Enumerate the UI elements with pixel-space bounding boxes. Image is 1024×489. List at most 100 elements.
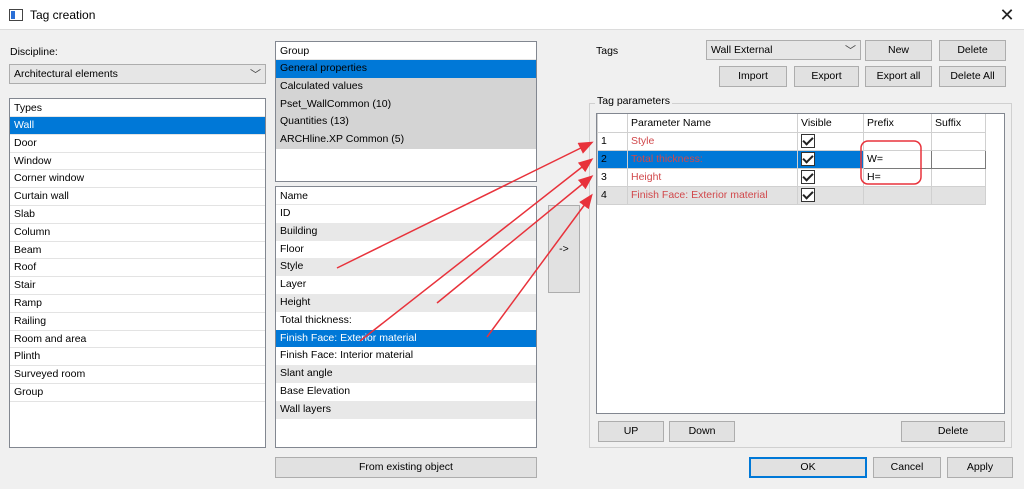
list-item[interactable]: Wall — [10, 117, 265, 135]
list-item[interactable]: Total thickness: — [276, 312, 536, 330]
group-list[interactable]: Group General properties Calculated value… — [275, 41, 537, 182]
add-parameter-button[interactable]: -> — [548, 205, 580, 293]
list-item[interactable]: ID — [276, 205, 536, 223]
visible-cell[interactable] — [797, 167, 864, 187]
prefix-cell[interactable] — [863, 131, 932, 151]
tags-label: Tags — [596, 45, 619, 57]
export-all-button[interactable]: Export all — [865, 66, 932, 87]
list-item[interactable]: Slant angle — [276, 365, 536, 383]
visible-cell[interactable] — [797, 185, 864, 205]
list-item[interactable]: Quantities (13) — [276, 113, 536, 132]
list-item[interactable]: Railing — [10, 313, 265, 331]
list-item[interactable]: Finish Face: Exterior material — [276, 329, 536, 348]
prefix-cell[interactable]: H= — [863, 167, 932, 187]
parameter-name-cell[interactable]: Total thickness: — [627, 149, 798, 169]
visible-cell[interactable] — [797, 149, 864, 169]
group-header: Group — [276, 42, 536, 60]
list-item[interactable]: Slab — [10, 206, 265, 224]
list-item[interactable]: Finish Face: Interior material — [276, 347, 536, 365]
table-row[interactable]: 3 Height H= — [597, 167, 986, 187]
list-item[interactable]: Group — [10, 384, 265, 402]
ok-button[interactable]: OK — [749, 457, 867, 478]
list-item[interactable]: ARCHline.XP Common (5) — [276, 131, 536, 149]
parameter-name-cell[interactable]: Style — [627, 131, 798, 151]
name-list[interactable]: Name ID Building Floor Style Layer Height Tota… — [275, 186, 537, 448]
list-item[interactable]: Column — [10, 224, 265, 242]
column-header[interactable]: Visible — [797, 114, 864, 133]
column-header[interactable]: Suffix — [931, 114, 986, 133]
list-item[interactable]: Corner window — [10, 170, 265, 189]
apply-button[interactable]: Apply — [947, 457, 1013, 478]
visible-cell[interactable] — [797, 131, 864, 151]
table-row[interactable]: 1 Style — [597, 131, 986, 151]
suffix-cell[interactable] — [931, 185, 986, 205]
export-button[interactable]: Export — [794, 66, 859, 87]
list-item[interactable]: Style — [276, 258, 536, 277]
list-item[interactable]: Roof — [10, 259, 265, 278]
window-icon — [9, 9, 23, 21]
list-item[interactable]: Stair — [10, 277, 265, 295]
discipline-dropdown[interactable]: Architectural elements ﹀ — [9, 64, 266, 84]
visible-checkbox[interactable] — [801, 188, 815, 202]
from-existing-object-button[interactable]: From existing object — [275, 457, 537, 478]
grid-header-row: Parameter Name Visible Prefix Suffix — [597, 114, 986, 133]
grid-corner — [597, 114, 628, 133]
list-item[interactable]: Base Elevation — [276, 383, 536, 401]
column-header[interactable]: Prefix — [863, 114, 932, 133]
list-item[interactable]: Surveyed room — [10, 366, 265, 384]
prefix-cell[interactable]: W= — [863, 149, 932, 169]
list-item[interactable]: General properties — [276, 60, 536, 78]
list-item[interactable]: Calculated values — [276, 77, 536, 96]
discipline-value: Architectural elements — [14, 68, 118, 80]
up-button[interactable]: UP — [598, 421, 664, 442]
chevron-down-icon: ﹀ — [250, 69, 261, 81]
discipline-label: Discipline: — [10, 46, 58, 58]
row-number: 3 — [597, 167, 628, 187]
visible-checkbox[interactable] — [801, 152, 815, 166]
down-button[interactable]: Down — [669, 421, 735, 442]
table-row[interactable]: 2 Total thickness: W= — [597, 149, 986, 169]
tags-selected-value: Wall External — [711, 44, 773, 56]
types-header: Types — [10, 99, 265, 117]
close-icon[interactable]: ✕ — [995, 4, 1019, 26]
list-item[interactable]: Window — [10, 153, 265, 171]
tag-parameters-title: Tag parameters — [595, 95, 672, 107]
list-item[interactable]: Plinth — [10, 348, 265, 367]
list-item[interactable]: Height — [276, 293, 536, 312]
suffix-cell[interactable] — [931, 149, 986, 169]
tag-parameters-grid[interactable]: Parameter Name Visible Prefix Suffix 1 S… — [596, 113, 1005, 414]
column-header[interactable]: Parameter Name — [627, 114, 798, 133]
row-number: 4 — [597, 185, 628, 205]
parameter-name-cell[interactable]: Finish Face: Exterior material — [627, 185, 798, 205]
prefix-cell[interactable] — [863, 185, 932, 205]
chevron-down-icon: ﹀ — [845, 45, 856, 57]
parameter-name-cell[interactable]: Height — [627, 167, 798, 187]
suffix-cell[interactable] — [931, 167, 986, 187]
list-item[interactable]: Room and area — [10, 331, 265, 349]
tags-dropdown[interactable]: Wall External ﹀ — [706, 40, 861, 60]
delete-all-button[interactable]: Delete All — [939, 66, 1006, 87]
list-item[interactable]: Pset_WallCommon (10) — [276, 95, 536, 114]
table-row[interactable]: 4 Finish Face: Exterior material — [597, 185, 986, 205]
list-item[interactable]: Ramp — [10, 295, 265, 313]
visible-checkbox[interactable] — [801, 134, 815, 148]
delete-parameter-button[interactable]: Delete — [901, 421, 1005, 442]
list-item[interactable]: Curtain wall — [10, 188, 265, 206]
name-header: Name — [276, 187, 536, 205]
visible-checkbox[interactable] — [801, 170, 815, 184]
list-item[interactable]: Beam — [10, 242, 265, 260]
import-button[interactable]: Import — [719, 66, 787, 87]
window-title: Tag creation — [30, 8, 96, 22]
title-bar: Tag creation ✕ — [0, 0, 1024, 30]
list-item[interactable]: Floor — [276, 241, 536, 259]
new-tag-button[interactable]: New — [865, 40, 932, 61]
row-number: 2 — [597, 149, 628, 169]
list-item[interactable]: Layer — [276, 276, 536, 294]
delete-tag-button[interactable]: Delete — [939, 40, 1006, 61]
list-item[interactable]: Wall layers — [276, 400, 536, 419]
types-list[interactable]: Types Wall Door Window Corner window Curtain… — [9, 98, 266, 448]
list-item[interactable]: Door — [10, 135, 265, 153]
suffix-cell[interactable] — [931, 131, 986, 151]
list-item[interactable]: Building — [276, 222, 536, 241]
cancel-button[interactable]: Cancel — [873, 457, 941, 478]
